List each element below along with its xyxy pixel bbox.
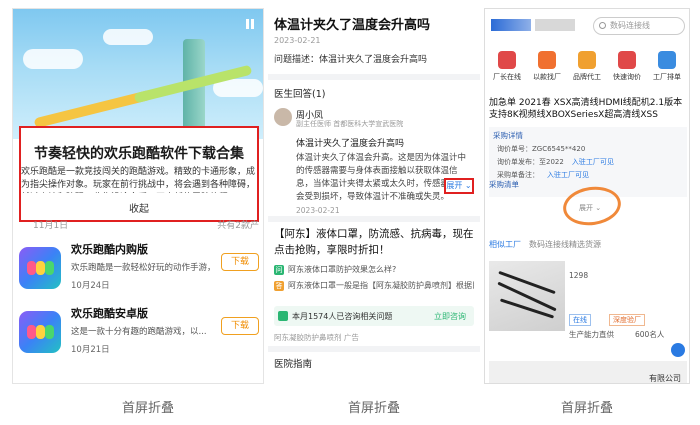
app-icon [19,311,61,353]
app-list-item[interactable]: 欢乐跑酷安卓版 这是一款十分有趣的跑酷游戏，以... 10月21日 下载 [19,305,259,375]
specs-header: 采购详情 [493,131,523,140]
caption: 首屏折叠 [560,401,613,416]
category-item[interactable]: 厂长在线 [489,51,525,82]
doctor-avatar [274,108,292,126]
category-item[interactable]: 快速询价 [609,51,645,82]
factory-visible-link[interactable]: 入驻工厂可见 [547,171,589,179]
product-title: 加急单 2021春 XSX高清线HDMI线配机2.1版本支持8K视频线XBOXS… [489,98,683,120]
top-bar: 数码连接线 [485,9,689,45]
question-date: 2023-02-21 [274,36,321,45]
answer-question: 体温计夹久了温度会升高吗 [296,139,405,149]
online-tag: 在线 [569,314,591,326]
article-count: 共有2款产 [217,221,259,231]
category-item[interactable]: 工厂排单 [649,51,685,82]
factory-visible-link[interactable]: 入驻工厂可见 [572,158,614,166]
question-title: 体温计夹久了温度会升高吗 [274,18,431,33]
category-item[interactable]: 品牌代工 [569,51,605,82]
ad-answer-text: 阿东液体口罩一般是指【阿东凝胶防护鼻喷剂】根据目前的研究结果来看,它是可靠的,它… [288,281,474,290]
hero-game-image [13,9,263,139]
hospital-guide[interactable]: 医院指南 [274,356,312,370]
factory-tag: 深度验厂 [609,314,645,326]
ad-question-text: 阿东液体口罩防护效果怎么样? [288,265,397,274]
blurred-text [535,19,575,31]
download-button[interactable]: 下载 [221,253,259,271]
next-item[interactable]: 有限公司 [489,361,687,383]
search-icon [599,22,606,29]
article-body: 欢乐跑酷是一款竞技闯关的跑酷游戏。精致的卡通形象，成为指尖操作对象。玩家在前行挑… [21,167,256,190]
consult-icon [278,311,288,321]
search-input[interactable]: 数码连接线 [593,17,685,35]
app-name: 欢乐跑酷内购版 [71,243,148,256]
doctor-role: 副主任医师 首都医科大学宣武医院 [296,120,404,128]
purchase-list-label: 采购清单 [489,180,519,189]
download-button[interactable]: 下载 [221,317,259,335]
app-date: 10月21日 [71,345,110,355]
spec-row: 询价单发布：至2022 入驻工厂可见 [497,158,614,166]
deal-count: 600名人 [635,330,665,339]
answers-header: 医生回答(1) [274,89,326,100]
qa-panel: 体温计夹久了温度会升高吗 2023-02-21 问题描述：体温计夹久了温度会升高… [268,8,480,384]
tab-similar-factories[interactable]: 相似工厂 [489,240,521,249]
ad-source: 阿东凝胶防护鼻喷剂 广告 [274,333,359,342]
ad-answer: 答阿东液体口罩一般是指【阿东凝胶防护鼻喷剂】根据目前的研究结果来看,它是可靠的,… [274,280,474,291]
app-desc: 这是一款十分有趣的跑酷游戏，以... [71,327,207,337]
expand-button[interactable]: 展开 ⌄ [579,203,601,213]
tabs: 相似工厂 数码连接线精选货源 [489,239,601,250]
collapse-button[interactable]: 收起 [19,200,259,215]
caption: 首屏折叠 [121,401,174,416]
expand-button[interactable]: 展开 ⌄ [444,178,474,194]
app-desc: 欢乐跑酷是一款轻松好玩的动作手游， [71,263,211,273]
answer-date: 2023-02-21 [296,206,340,215]
consult-link[interactable]: 立即咨询 [434,311,466,322]
site-logo[interactable] [491,19,531,31]
app-list-item[interactable]: 欢乐跑酷内购版 欢乐跑酷是一款轻松好玩的动作手游， 10月24日 下载 [19,241,259,311]
ad-question[interactable]: 问阿东液体口罩防护效果怎么样? [274,264,396,275]
divider [268,74,480,80]
price: 1298 [569,271,589,280]
caption: 首屏折叠 [347,401,400,416]
article-date: 11月1日 [33,221,69,231]
app-icon [19,247,61,289]
product-image[interactable] [489,261,565,331]
divider [268,216,480,222]
factory-capacity: 生产能力直供 [569,330,614,339]
question-desc: 问题描述：体温计夹久了温度会升高吗 [274,55,428,65]
spec-row: 询价单号：ZGC6545**420 [497,145,586,153]
pause-icon[interactable] [245,19,255,29]
app-date: 10月24日 [71,281,110,291]
article-panel: 节奏轻快的欢乐跑酷软件下载合集 欢乐跑酷是一款竞技闯关的跑酷游戏。精致的卡通形象… [12,8,264,384]
product-panel: 数码连接线 厂长在线 以款找厂 品牌代工 快速询价 工厂排单 加急单 2021春… [484,8,690,384]
consult-box[interactable]: 本月1574人已咨询相关问题 立即咨询 [274,306,474,326]
divider [268,346,480,352]
article-title: 节奏轻快的欢乐跑酷软件下载合集 [34,146,244,162]
ad-title[interactable]: 【阿东】液体口罩，防流感、抗病毒，现在点击抢购，享限时折扣！ [274,226,474,258]
category-item[interactable]: 以款找厂 [529,51,565,82]
consult-count: 本月1574人已咨询相关问题 [292,312,393,321]
tab-featured-sources[interactable]: 数码连接线精选货源 [529,240,601,249]
phone-icon[interactable] [671,343,685,357]
app-name: 欢乐跑酷安卓版 [71,307,148,320]
